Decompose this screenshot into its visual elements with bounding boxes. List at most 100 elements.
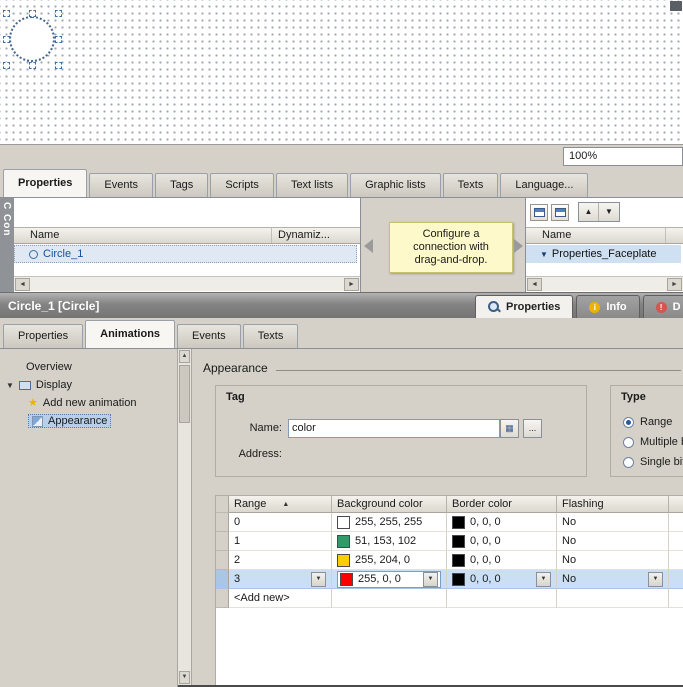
selection-handle-nw[interactable]: [3, 10, 10, 17]
view-tab-diagnostics[interactable]: ! D: [643, 295, 683, 318]
column-name[interactable]: Name: [14, 228, 272, 243]
row-selector[interactable]: [216, 589, 229, 608]
tab-properties-editor[interactable]: Properties: [3, 169, 87, 197]
view-tab-info[interactable]: i Info: [576, 295, 639, 318]
range-cell[interactable]: 1: [229, 532, 332, 551]
radio-range[interactable]: Range: [623, 416, 672, 428]
cross-connections-side-tab[interactable]: C Con: [0, 198, 14, 292]
radio-single-bit[interactable]: Single bit: [623, 456, 683, 468]
tree-item-appearance[interactable]: Appearance: [28, 413, 111, 429]
column-name[interactable]: Name: [526, 228, 666, 243]
scroll-left-button[interactable]: ◄: [15, 278, 30, 291]
flashing-cell[interactable]: No: [557, 551, 669, 570]
row-selector[interactable]: [216, 551, 229, 570]
row-selector[interactable]: [216, 570, 229, 589]
range-cell[interactable]: 2: [229, 551, 332, 570]
range-dropdown-button[interactable]: ▼: [311, 572, 326, 587]
scroll-left-button[interactable]: ◄: [527, 278, 542, 291]
row-selector[interactable]: [216, 532, 229, 551]
selection-handle-w[interactable]: [3, 36, 10, 43]
column-header-border-color[interactable]: Border color: [447, 496, 557, 513]
row-selector[interactable]: [216, 513, 229, 532]
range-row-2[interactable]: 2 255, 204, 0 0, 0, 0 No: [216, 551, 683, 570]
tab-tags[interactable]: Tags: [155, 173, 208, 197]
tag-more-button[interactable]: ...: [523, 419, 542, 438]
circle-shape[interactable]: [9, 16, 55, 62]
selection-handle-e[interactable]: [55, 36, 62, 43]
expander-icon[interactable]: ▼: [6, 381, 14, 390]
tab-events-editor[interactable]: Events: [89, 173, 153, 197]
selection-handle-ne[interactable]: [55, 10, 62, 17]
range-cell[interactable]: 3 ▼: [229, 570, 332, 589]
tag-name-input[interactable]: color: [288, 419, 500, 438]
border-color-cell[interactable]: 0, 0, 0: [447, 532, 557, 551]
column-dynamization[interactable]: Dynamiz...: [272, 228, 360, 243]
tab-text-lists[interactable]: Text lists: [276, 173, 348, 197]
add-new-row[interactable]: <Add new>: [216, 589, 683, 608]
flashing-cell[interactable]: No: [557, 532, 669, 551]
tag-browse-button[interactable]: ▦: [500, 419, 519, 438]
tree-item-add-new-animation[interactable]: ★ Add new animation: [28, 395, 136, 411]
column-header-range[interactable]: Range ▲: [229, 496, 332, 513]
background-color-cell[interactable]: 255, 0, 0 ▼: [332, 570, 447, 589]
screen-canvas[interactable]: [0, 0, 683, 145]
scroll-down-button[interactable]: ▼: [179, 671, 190, 684]
color-swatch: [337, 535, 350, 548]
move-down-button[interactable]: ▼: [599, 203, 619, 221]
tab-texts-inspector[interactable]: Texts: [243, 324, 299, 348]
arrow-right-icon: [514, 239, 523, 253]
flashing-dropdown-button[interactable]: ▼: [648, 572, 663, 587]
tab-graphic-lists[interactable]: Graphic lists: [350, 173, 441, 197]
faceplate-grid-icon[interactable]: [530, 204, 548, 221]
selection-handle-n[interactable]: [29, 10, 36, 17]
properties-faceplate-row[interactable]: ▼ Properties_Faceplate: [526, 245, 681, 263]
scroll-right-button[interactable]: ►: [344, 278, 359, 291]
tab-language[interactable]: Language...: [500, 173, 588, 197]
faceplate-grid-alt-icon[interactable]: [551, 204, 569, 221]
tree-item-overview[interactable]: Overview: [26, 359, 72, 375]
tab-animations[interactable]: Animations: [85, 320, 175, 348]
target-horizontal-scrollbar[interactable]: ◄ ►: [526, 276, 683, 291]
border-color-cell[interactable]: 0, 0, 0: [447, 513, 557, 532]
flashing-cell[interactable]: No: [557, 513, 669, 532]
column-header-background-color[interactable]: Background color: [332, 496, 447, 513]
flashing-cell[interactable]: No ▼: [557, 570, 669, 589]
column-header-flashing[interactable]: Flashing: [557, 496, 669, 513]
scroll-up-button[interactable]: ▲: [179, 350, 190, 363]
tab-properties-inspector[interactable]: Properties: [3, 324, 83, 348]
border-color-cell[interactable]: 0, 0, 0 ▼: [447, 570, 557, 589]
range-row-1[interactable]: 1 51, 153, 102 0, 0, 0 No: [216, 532, 683, 551]
background-color-cell[interactable]: 51, 153, 102: [332, 532, 447, 551]
tab-events-inspector[interactable]: Events: [177, 324, 241, 348]
range-row-3-selected[interactable]: 3 ▼ 255, 0, 0 ▼ 0, 0, 0 ▼: [216, 570, 683, 589]
view-tab-properties[interactable]: Properties: [475, 295, 573, 318]
tab-scripts[interactable]: Scripts: [210, 173, 274, 197]
vertical-scrollbar[interactable]: ▲ ▼: [177, 349, 192, 687]
selection-handle-sw[interactable]: [3, 62, 10, 69]
circle-row[interactable]: Circle_1: [14, 245, 357, 263]
background-color-cell[interactable]: 255, 204, 0: [332, 551, 447, 570]
zoom-level-field[interactable]: 100%: [563, 147, 683, 166]
range-cell[interactable]: 0: [229, 513, 332, 532]
source-horizontal-scrollbar[interactable]: ◄ ►: [14, 276, 360, 291]
move-up-button[interactable]: ▲: [579, 203, 599, 221]
tab-texts-editor[interactable]: Texts: [443, 173, 499, 197]
background-color-cell[interactable]: 255, 255, 255: [332, 513, 447, 532]
selected-tree-item[interactable]: Appearance: [28, 414, 111, 428]
range-row-0[interactable]: 0 255, 255, 255 0, 0, 0 No: [216, 513, 683, 532]
background-color-dropdown-button[interactable]: ▼: [423, 572, 438, 587]
scroll-right-button[interactable]: ►: [667, 278, 682, 291]
border-color-cell[interactable]: 0, 0, 0: [447, 551, 557, 570]
scrollbar-thumb[interactable]: [179, 365, 190, 423]
tree-label: Add new animation: [43, 397, 137, 409]
selection-handle-s[interactable]: [29, 62, 36, 69]
radio-multiple-bits[interactable]: Multiple bits: [623, 436, 683, 448]
tree-item-display[interactable]: ▼ Display: [6, 377, 72, 393]
border-color-dropdown-button[interactable]: ▼: [536, 572, 551, 587]
background-color-edit[interactable]: 255, 0, 0 ▼: [337, 571, 441, 588]
add-new-cell[interactable]: <Add new>: [229, 589, 332, 608]
expander-icon[interactable]: ▼: [540, 250, 548, 259]
circle-selection[interactable]: [5, 12, 60, 67]
border-color-cell: [447, 589, 557, 608]
selection-handle-se[interactable]: [55, 62, 62, 69]
